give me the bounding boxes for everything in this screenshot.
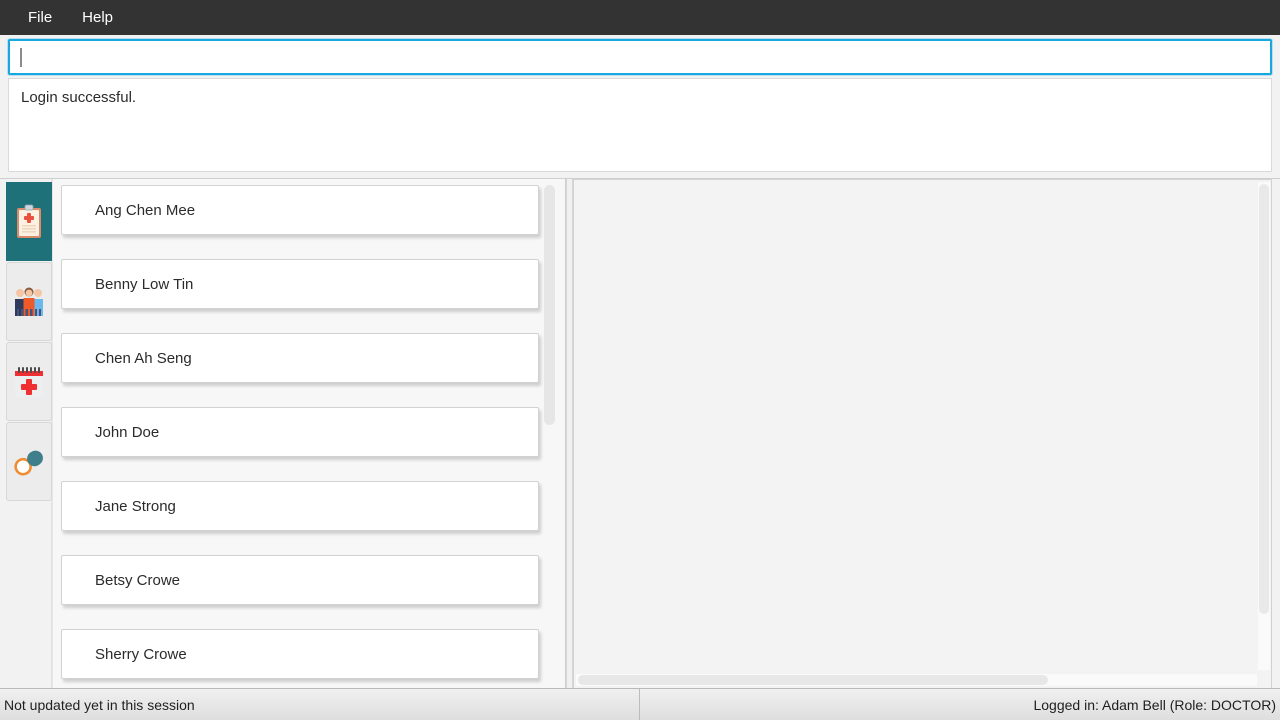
main-content: Ang Chen Mee Benny Low Tin Chen Ah Seng … [0,178,1280,688]
patient-list-panel: Ang Chen Mee Benny Low Tin Chen Ah Seng … [52,179,566,688]
detail-panel [573,179,1272,688]
text-caret [20,47,22,67]
detail-vertical-scrollbar[interactable] [1258,182,1270,670]
list-item[interactable]: Jane Strong [61,481,539,531]
sidebar-tab-medications[interactable] [6,422,52,501]
patient-name: Sherry Crowe [95,645,187,663]
list-item[interactable]: Betsy Crowe [61,555,539,605]
scrollbar-thumb[interactable] [544,185,555,425]
menu-bar: File Help [0,0,1280,35]
patient-name: Betsy Crowe [95,571,181,589]
command-input[interactable] [8,39,1272,75]
patients-people-icon [12,285,46,319]
detail-horizontal-scrollbar[interactable] [576,674,1257,686]
detail-content [574,180,1257,671]
list-item[interactable]: Sherry Crowe [61,629,539,679]
status-bar: Not updated yet in this session Logged i… [0,688,1280,720]
list-item[interactable]: Ang Chen Mee [61,185,539,235]
patient-name: Ang Chen Mee [95,201,196,219]
command-input-wrapper [0,35,1280,78]
status-sync-text: Not updated yet in this session [0,689,640,720]
menu-file[interactable]: File [16,6,64,29]
appointment-calendar-icon [13,365,45,399]
result-message: Login successful. [21,89,137,106]
sidebar-tab-rail [0,179,52,688]
list-item[interactable]: Benny Low Tin [61,259,539,309]
application-window: File Help Login successful. Ang Chen Mee… [0,0,1280,720]
sidebar-tab-patients[interactable] [6,262,52,341]
patient-name: Jane Strong [95,497,176,515]
result-wrapper: Login successful. [0,78,1280,178]
patient-name: John Doe [95,423,160,441]
scrollbar-thumb[interactable] [1259,184,1269,614]
patient-name: Chen Ah Seng [95,349,192,367]
result-display: Login successful. [8,78,1272,172]
menu-help[interactable]: Help [70,6,125,29]
sidebar-tab-records[interactable] [6,182,52,261]
panel-splitter[interactable] [566,179,573,688]
patient-list: Ang Chen Mee Benny Low Tin Chen Ah Seng … [53,185,565,679]
clipboard-record-icon [14,204,44,240]
patient-name: Benny Low Tin [95,275,194,293]
medication-pill-icon [12,447,46,477]
scrollbar-thumb[interactable] [578,675,1048,685]
patient-list-scrollbar[interactable] [544,185,555,667]
sidebar-tab-appointments[interactable] [6,342,52,421]
status-login-text: Logged in: Adam Bell (Role: DOCTOR) [1033,696,1276,713]
list-item[interactable]: Chen Ah Seng [61,333,539,383]
list-item[interactable]: John Doe [61,407,539,457]
